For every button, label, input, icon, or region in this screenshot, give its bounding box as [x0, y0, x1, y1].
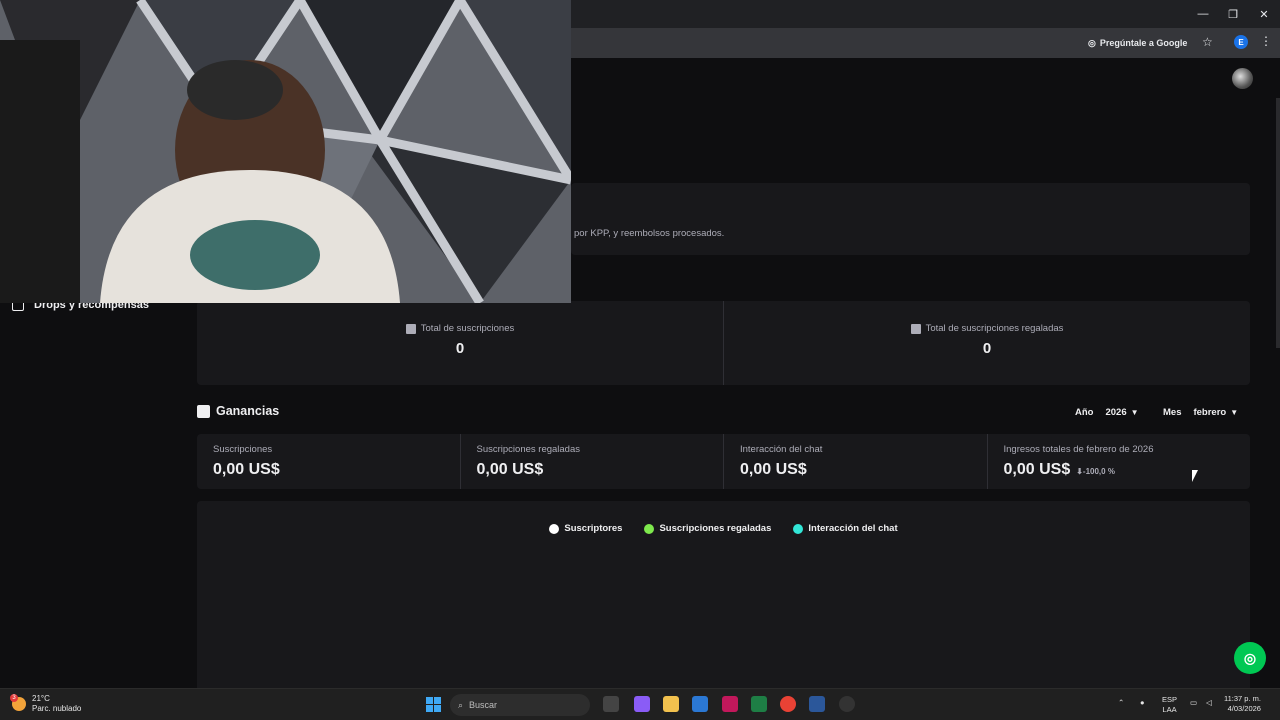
bar-chart-icon	[197, 404, 210, 418]
lang-bottom: LAA	[1162, 705, 1177, 714]
microphone-icon[interactable]: ●	[1140, 698, 1145, 708]
google-lens-icon: ◎	[1088, 37, 1096, 48]
total-gift-subs-value: 0	[982, 340, 992, 357]
chevron-down-icon: ▼	[1130, 408, 1139, 417]
year-filter: Año 2026 ▼	[1075, 404, 1145, 421]
earnings-heading: Ganancias	[197, 404, 279, 418]
mouse-cursor-icon	[1192, 470, 1198, 482]
restore-icon[interactable]: ❐	[1218, 0, 1248, 28]
total-subs-label: Total de suscripciones	[420, 323, 515, 334]
close-icon[interactable]: ✕	[1249, 0, 1279, 28]
excel-icon[interactable]	[751, 696, 767, 712]
browser-profile-avatar[interactable]: E	[1234, 35, 1248, 49]
earn-subs-label: Suscripciones	[213, 444, 273, 455]
earn-subs-value: 0,00 US$	[213, 461, 280, 478]
search-placeholder: Buscar	[469, 700, 498, 710]
earn-chat-cell: Interacción del chat 0,00 US$	[723, 434, 987, 489]
earnings-summary: Suscripciones 0,00 US$ Suscripciones reg…	[197, 434, 1250, 489]
language-indicator[interactable]: ESP LAA	[1162, 695, 1177, 715]
lang-top: ESP	[1162, 695, 1178, 704]
month-dropdown[interactable]: febrero ▼	[1187, 404, 1244, 421]
clock-date: 4/03/2026	[1227, 704, 1261, 713]
earn-chat-value: 0,00 US$	[740, 461, 807, 478]
total-gift-subs-label: Total de suscripciones regaladas	[925, 323, 1064, 334]
app-icon[interactable]	[722, 696, 738, 712]
user-avatar[interactable]	[1232, 68, 1253, 89]
legend-label: Interacción del chat	[808, 523, 898, 534]
copilot-icon[interactable]	[634, 696, 650, 712]
earn-subs-cell: Suscripciones 0,00 US$	[197, 434, 460, 489]
year-label: Año	[1075, 407, 1094, 418]
chart-legend: Suscriptores Suscripciones regaladas Int…	[197, 523, 1250, 534]
total-subs-value: 0	[455, 340, 465, 357]
total-gift-subs-cell: Total de suscripciones regaladas 0	[723, 301, 1250, 385]
info-text: por KPP, y reembolsos procesados.	[574, 228, 725, 239]
weather-desc: Parc. nublado	[32, 704, 82, 713]
month-label: Mes	[1163, 407, 1182, 418]
earn-chat-label: Interacción del chat	[740, 444, 823, 455]
legend-dot-icon	[549, 523, 560, 534]
stats-icon	[405, 323, 416, 334]
month-filter: Mes febrero ▼	[1163, 404, 1244, 421]
clock-time: 11:37 p. m.	[1224, 694, 1261, 703]
help-chat-button[interactable]: ◎	[1234, 642, 1266, 674]
bookmark-star-icon[interactable]: ☆	[1202, 35, 1213, 49]
word-icon[interactable]	[809, 696, 825, 712]
earn-total-value: 0,00 US$	[1003, 461, 1071, 478]
legend-item-chat[interactable]: Interacción del chat	[793, 523, 898, 534]
ask-google-button[interactable]: ◎ Pregúntale a Google	[1088, 34, 1187, 52]
earn-total-delta-value: -100,0 %	[1082, 467, 1115, 476]
chrome-icon[interactable]	[780, 696, 796, 712]
year-value: 2026	[1105, 407, 1127, 418]
earn-gift-subs-label: Suscripciones regaladas	[476, 444, 581, 455]
stats-icon	[910, 323, 921, 334]
info-card: por KPP, y reembolsos procesados.	[571, 183, 1250, 255]
legend-dot-icon	[793, 523, 804, 534]
legend-dot-icon	[644, 523, 655, 534]
legend-item-gift-subs[interactable]: Suscripciones regaladas	[644, 523, 771, 534]
windows-taskbar: 3 21°C Parc. nublado ⌕ Buscar ⌃ ● ESP LA…	[0, 688, 1280, 720]
browser-menu-icon[interactable]: ⋮	[1260, 34, 1272, 48]
earn-total-delta: ⬇-100,0 %	[1076, 467, 1115, 476]
earnings-chart: Suscriptores Suscripciones regaladas Int…	[197, 501, 1250, 691]
earn-gift-subs-value: 0,00 US$	[476, 461, 544, 478]
earn-total-cell: Ingresos totales de febrero de 2026 0,00…	[986, 434, 1251, 489]
volume-icon[interactable]: ◁	[1206, 698, 1212, 708]
arrow-down-icon: ⬇	[1076, 467, 1083, 476]
clock[interactable]: 11:37 p. m. 4/03/2026	[1224, 694, 1261, 714]
weather-icon: 3	[10, 694, 26, 711]
year-dropdown[interactable]: 2026 ▼	[1099, 404, 1144, 421]
chevron-up-icon[interactable]: ⌃	[1118, 698, 1124, 708]
minimize-icon[interactable]: —	[1188, 0, 1218, 28]
webcam-overlay	[0, 0, 571, 303]
month-value: febrero	[1193, 407, 1227, 418]
weather-widget[interactable]: 3 21°C Parc. nublado	[10, 694, 82, 714]
weather-temp: 21°C	[32, 694, 50, 703]
earn-gift-subs-cell: Suscripciones regaladas 0,00 US$	[459, 434, 724, 489]
page-scrollbar[interactable]	[1276, 98, 1280, 348]
earn-total-value-row: 0,00 US$ ⬇-100,0 %	[1004, 461, 1235, 479]
total-subs-cell: Total de suscripciones 0	[197, 301, 723, 385]
earnings-title: Ganancias	[216, 404, 280, 418]
legend-label: Suscripciones regaladas	[659, 523, 772, 534]
ask-google-label: Pregúntale a Google	[1099, 38, 1188, 48]
store-icon[interactable]	[692, 696, 708, 712]
windows-start-icon[interactable]	[426, 697, 441, 712]
network-icon[interactable]: ▭	[1190, 698, 1197, 708]
search-icon: ⌕	[458, 699, 464, 710]
chevron-down-icon: ▼	[1230, 408, 1239, 417]
webcam-feed	[0, 0, 571, 303]
headset-icon: ◎	[1243, 649, 1257, 666]
notification-badge: 3	[10, 694, 18, 702]
file-explorer-icon[interactable]	[663, 696, 679, 712]
subscription-totals: Total de suscripciones 0 Total de suscri…	[197, 301, 1250, 385]
legend-label: Suscriptores	[564, 523, 623, 534]
taskbar-search[interactable]: ⌕ Buscar	[450, 694, 590, 716]
legend-item-subscribers[interactable]: Suscriptores	[549, 523, 622, 534]
task-view-icon[interactable]	[603, 696, 619, 712]
earn-total-label: Ingresos totales de febrero de 2026	[1003, 444, 1154, 455]
obs-icon[interactable]	[839, 696, 855, 712]
